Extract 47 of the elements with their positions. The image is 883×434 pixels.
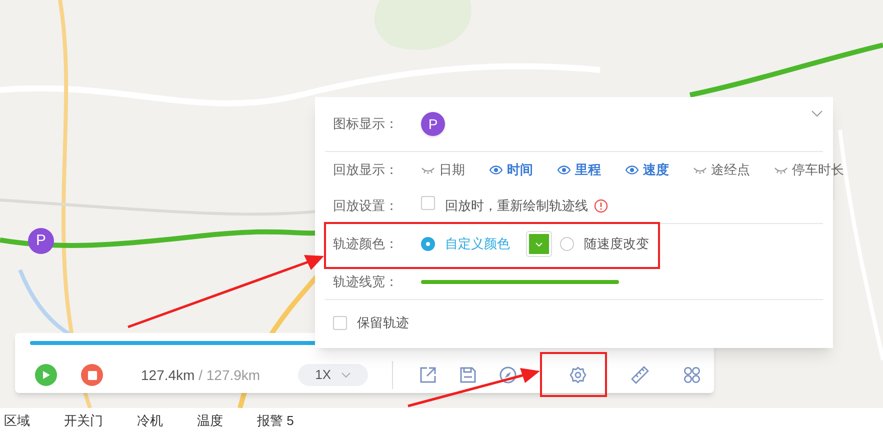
speed-select[interactable]: 1X: [298, 364, 368, 386]
field-label: 轨迹颜色：: [333, 235, 399, 254]
vehicle-icon[interactable]: P: [421, 112, 445, 136]
display-toggle[interactable]: 途经点: [693, 160, 750, 180]
ruler-button[interactable]: [631, 365, 652, 385]
bottom-tab[interactable]: 温度: [197, 411, 223, 431]
warning-icon: [594, 198, 608, 212]
field-label: 回放设置：: [333, 196, 399, 215]
bottom-tab[interactable]: 报警 5: [257, 411, 294, 431]
export-icon: [419, 366, 438, 384]
field-label: 回放显示：: [333, 161, 399, 180]
distance-text: 127.4km / 127.9km: [141, 366, 260, 384]
radio-option[interactable]: 随速度改变: [560, 234, 649, 254]
settings-icon: [569, 366, 588, 384]
display-toggle[interactable]: 日期: [421, 160, 465, 180]
stop-icon: [88, 370, 96, 380]
collapse-icon[interactable]: [811, 110, 823, 117]
caret-icon: [341, 372, 352, 378]
compass-icon: [499, 366, 518, 384]
checkbox[interactable]: [421, 196, 435, 210]
display-toggle[interactable]: 时间: [489, 160, 533, 180]
color-swatch[interactable]: [526, 231, 552, 257]
display-toggle[interactable]: 速度: [625, 160, 669, 180]
caret-icon: [535, 242, 543, 246]
stop-button[interactable]: [81, 364, 103, 386]
checkbox[interactable]: [333, 316, 347, 330]
highlight-frame: [540, 352, 607, 397]
eye-icon: [489, 165, 503, 175]
field-label: 图标显示：: [333, 115, 399, 134]
checkbox-label: 保留轨迹: [357, 314, 409, 332]
field-label: 轨迹线宽：: [333, 272, 399, 291]
play-icon: [41, 370, 51, 380]
ruler-icon: [631, 366, 650, 384]
bottom-tab[interactable]: 冷机: [137, 411, 163, 431]
closed-eye-icon: [421, 166, 435, 174]
save-icon: [459, 366, 478, 384]
bottom-tab[interactable]: 开关门: [64, 411, 103, 431]
apps-icon: [683, 366, 702, 384]
checkbox-label: 回放时，重新绘制轨迹线: [445, 196, 588, 215]
eye-icon: [625, 165, 639, 175]
closed-eye-icon: [693, 166, 707, 174]
bottom-tab[interactable]: 区域: [4, 411, 30, 431]
eye-icon: [557, 165, 571, 175]
closed-eye-icon: [774, 166, 788, 174]
display-toggle[interactable]: 停车时长: [774, 160, 844, 180]
play-button[interactable]: [35, 364, 57, 386]
display-toggle[interactable]: 里程: [557, 160, 601, 180]
